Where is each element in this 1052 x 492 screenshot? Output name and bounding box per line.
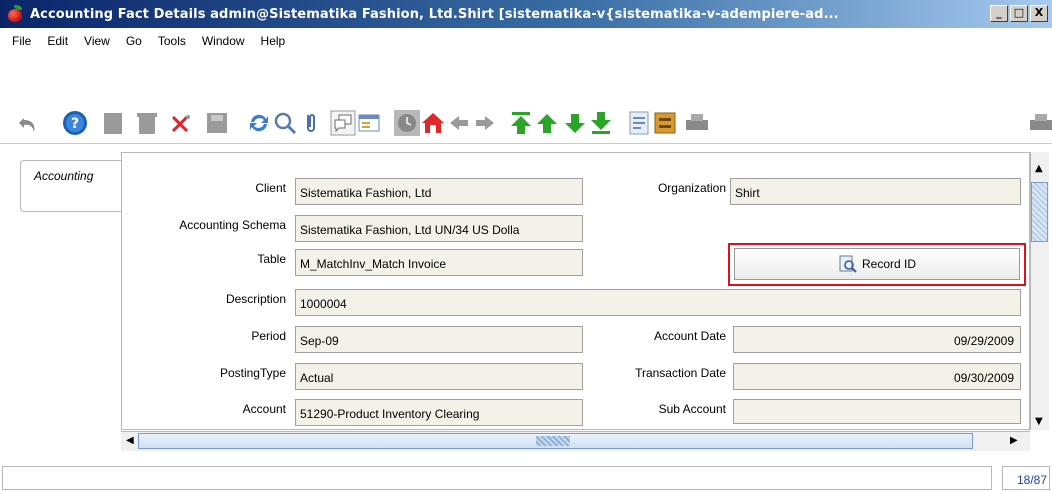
table-field[interactable]: M_MatchInv_Match Invoice [295, 249, 583, 276]
tab-accounting-label: Accounting [34, 169, 94, 183]
print-icon[interactable] [684, 110, 710, 136]
print-preview-icon[interactable] [1028, 110, 1052, 136]
transaction-date-label: Transaction Date [635, 366, 726, 380]
menu-tools[interactable]: Tools [150, 34, 194, 48]
svg-text:?: ? [71, 116, 79, 132]
record-count[interactable]: 18/87 [1002, 466, 1050, 490]
transaction-date-field[interactable]: 09/30/2009 [733, 363, 1021, 390]
tab-accounting[interactable]: Accounting [20, 160, 121, 212]
apple-app-icon [6, 4, 26, 24]
period-label: Period [251, 329, 286, 343]
delete-selection-icon[interactable] [168, 110, 194, 136]
scroll-down-icon[interactable]: ▼ [1035, 417, 1043, 427]
account-field[interactable]: 51290-Product Inventory Clearing [295, 399, 583, 426]
find-icon[interactable] [272, 110, 298, 136]
table-label: Table [257, 252, 286, 266]
report-icon[interactable] [626, 110, 652, 136]
window-controls: _ □ X [990, 5, 1048, 22]
back-icon[interactable] [446, 110, 472, 136]
scroll-up-icon[interactable]: ▲ [1035, 164, 1043, 174]
posting-type-label: PostingType [219, 366, 286, 380]
menu-window[interactable]: Window [194, 34, 253, 48]
window-title: Accounting Fact Details admin@Sistematik… [30, 6, 839, 22]
accounting-schema-label: Accounting Schema [179, 218, 286, 232]
delete-icon[interactable] [134, 110, 160, 136]
description-label: Description [225, 292, 286, 306]
account-date-field[interactable]: 09/29/2009 [733, 326, 1021, 353]
menu-edit[interactable]: Edit [39, 34, 76, 48]
organization-field[interactable]: Shirt [730, 178, 1021, 205]
forward-icon[interactable] [472, 110, 498, 136]
menu-view[interactable]: View [76, 34, 118, 48]
close-button[interactable]: X [1030, 5, 1048, 22]
account-date-label: Account Date [653, 329, 726, 343]
title-bar[interactable]: Accounting Fact Details admin@Sistematik… [0, 0, 1052, 28]
period-field[interactable]: Sep-09 [295, 326, 583, 353]
client-field[interactable]: Sistematika Fashion, Ltd [295, 178, 583, 205]
description-field[interactable]: 1000004 [295, 289, 1021, 316]
menu-file[interactable]: File [4, 34, 39, 48]
minimize-button[interactable]: _ [990, 5, 1008, 22]
status-message [2, 466, 992, 490]
scroll-left-icon[interactable]: ◀ [126, 436, 134, 446]
accounting-schema-field[interactable]: Sistematika Fashion, Ltd UN/34 US Dolla [295, 215, 583, 242]
menu-go[interactable]: Go [118, 34, 150, 48]
save-icon[interactable] [204, 110, 230, 136]
zoom-document-icon [838, 255, 858, 273]
first-record-icon[interactable] [508, 110, 534, 136]
application-window: Accounting Fact Details admin@Sistematik… [0, 0, 1052, 492]
chat-icon[interactable] [330, 110, 356, 136]
history-icon[interactable] [394, 110, 420, 136]
attachment-icon[interactable] [298, 110, 324, 136]
sub-account-field[interactable] [733, 399, 1021, 424]
last-record-icon[interactable] [588, 110, 614, 136]
record-id-button[interactable]: Record ID [734, 248, 1020, 280]
menu-help[interactable]: Help [253, 34, 294, 48]
previous-record-icon[interactable] [534, 110, 560, 136]
archive-icon[interactable] [652, 110, 678, 136]
vertical-scroll-thumb[interactable] [1031, 182, 1048, 242]
maximize-button[interactable]: □ [1010, 5, 1028, 22]
menu-bar: File Edit View Go Tools Window Help [0, 28, 1052, 54]
record-id-label: Record ID [861, 257, 917, 271]
posting-type-field[interactable]: Actual [295, 363, 583, 390]
home-icon[interactable] [420, 110, 446, 136]
scroll-grip-icon [536, 436, 570, 446]
organization-label: Organization [657, 181, 726, 195]
refresh-icon[interactable] [246, 110, 272, 136]
new-record-icon[interactable] [100, 110, 126, 136]
sub-account-label: Sub Account [658, 402, 726, 416]
account-label: Account [242, 402, 286, 416]
undo-icon[interactable] [16, 110, 42, 136]
scroll-right-icon[interactable]: ▶ [1010, 436, 1018, 446]
help-icon[interactable]: ? [62, 110, 88, 136]
next-record-icon[interactable] [562, 110, 588, 136]
client-label: Client [255, 181, 286, 195]
grid-toggle-icon[interactable] [356, 110, 382, 136]
